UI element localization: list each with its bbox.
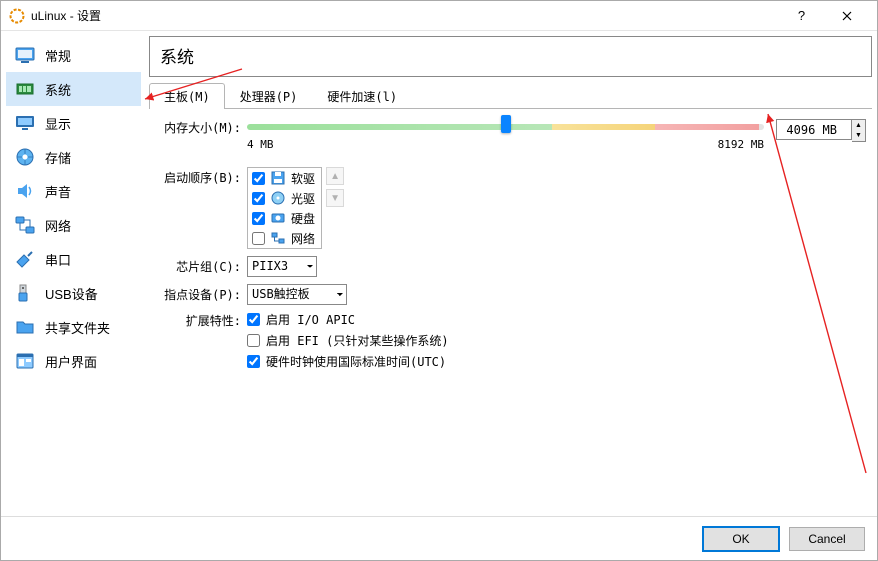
optical-icon bbox=[270, 190, 286, 206]
sidebar-item-storage[interactable]: 存储 bbox=[6, 140, 141, 174]
boot-network-checkbox[interactable] bbox=[252, 232, 265, 245]
sidebar-item-label: 显示 bbox=[45, 114, 71, 133]
sidebar-item-label: 常规 bbox=[45, 46, 71, 65]
storage-icon bbox=[14, 146, 36, 168]
utc-label: 硬件时钟使用国际标准时间(UTC) bbox=[266, 353, 446, 370]
ok-button[interactable]: OK bbox=[703, 527, 779, 551]
sidebar-item-label: 共享文件夹 bbox=[45, 318, 110, 337]
shared-folder-icon bbox=[14, 316, 36, 338]
boot-item-optical[interactable]: 光驱 bbox=[248, 188, 321, 208]
memory-min-label: 4 MB bbox=[247, 138, 274, 151]
chipset-label: 芯片组(C): bbox=[153, 258, 247, 275]
ui-icon bbox=[14, 350, 36, 372]
boot-optical-checkbox[interactable] bbox=[252, 192, 265, 205]
memory-label: 内存大小(M): bbox=[153, 119, 247, 136]
page-title: 系统 bbox=[160, 43, 861, 68]
boot-order-label: 启动顺序(B): bbox=[153, 167, 247, 186]
floppy-icon bbox=[270, 170, 286, 186]
serial-icon bbox=[14, 248, 36, 270]
sidebar-item-audio[interactable]: 声音 bbox=[6, 174, 141, 208]
sidebar-item-label: 声音 bbox=[45, 182, 71, 201]
boot-move-down[interactable]: ▼ bbox=[326, 189, 344, 207]
sidebar-item-ui[interactable]: 用户界面 bbox=[6, 344, 141, 378]
system-icon bbox=[14, 78, 36, 100]
boot-floppy-checkbox[interactable] bbox=[252, 172, 265, 185]
sidebar-item-general[interactable]: 常规 bbox=[6, 38, 141, 72]
network-icon bbox=[14, 214, 36, 236]
efi-label: 启用 EFI (只针对某些操作系统) bbox=[266, 332, 449, 349]
boot-item-label: 硬盘 bbox=[291, 210, 315, 227]
boot-item-network[interactable]: 网络 bbox=[248, 228, 321, 248]
sidebar-item-label: USB设备 bbox=[45, 284, 98, 303]
boot-move-up[interactable]: ▲ bbox=[326, 167, 344, 185]
sidebar-item-display[interactable]: 显示 bbox=[6, 106, 141, 140]
usb-icon bbox=[14, 282, 36, 304]
boot-item-label: 网络 bbox=[291, 230, 315, 247]
close-button[interactable] bbox=[824, 2, 869, 30]
slider-thumb[interactable] bbox=[501, 115, 511, 133]
sidebar-item-label: 用户界面 bbox=[45, 352, 97, 371]
chipset-select[interactable]: PIIX3 bbox=[247, 256, 317, 277]
audio-icon bbox=[14, 180, 36, 202]
harddisk-icon bbox=[270, 210, 286, 226]
page-title-box: 系统 bbox=[149, 36, 872, 77]
titlebar: uLinux - 设置 ? bbox=[1, 1, 877, 31]
dialog-footer: OK Cancel bbox=[1, 516, 877, 560]
boot-order-list: 软驱 光驱 硬盘 bbox=[247, 167, 322, 249]
cancel-button[interactable]: Cancel bbox=[789, 527, 865, 551]
help-button[interactable]: ? bbox=[779, 2, 824, 30]
tab-acceleration[interactable]: 硬件加速(l) bbox=[312, 83, 412, 109]
network-boot-icon bbox=[270, 230, 286, 246]
sidebar-item-network[interactable]: 网络 bbox=[6, 208, 141, 242]
memory-input[interactable] bbox=[776, 119, 852, 140]
general-icon bbox=[14, 44, 36, 66]
boot-item-harddisk[interactable]: 硬盘 bbox=[248, 208, 321, 228]
sidebar-item-label: 串口 bbox=[45, 250, 71, 269]
ioapic-checkbox[interactable] bbox=[247, 313, 260, 326]
tab-processor[interactable]: 处理器(P) bbox=[225, 83, 313, 109]
boot-item-label: 软驱 bbox=[291, 170, 315, 187]
sidebar-item-serial[interactable]: 串口 bbox=[6, 242, 141, 276]
sidebar-item-label: 网络 bbox=[45, 216, 71, 235]
app-icon bbox=[9, 8, 25, 24]
sidebar-item-shared[interactable]: 共享文件夹 bbox=[6, 310, 141, 344]
memory-spin-down[interactable]: ▼ bbox=[852, 131, 865, 142]
window-title: uLinux - 设置 bbox=[31, 7, 779, 24]
settings-sidebar: 常规 系统 显示 存储 声音 网络 bbox=[6, 36, 141, 511]
sidebar-item-system[interactable]: 系统 bbox=[6, 72, 141, 106]
utc-checkbox[interactable] bbox=[247, 355, 260, 368]
pointing-label: 指点设备(P): bbox=[153, 286, 247, 303]
memory-max-label: 8192 MB bbox=[718, 138, 764, 151]
efi-checkbox[interactable] bbox=[247, 334, 260, 347]
ioapic-label: 启用 I/O APIC bbox=[266, 311, 355, 328]
sidebar-item-label: 系统 bbox=[45, 80, 71, 99]
boot-item-label: 光驱 bbox=[291, 190, 315, 207]
sidebar-item-usb[interactable]: USB设备 bbox=[6, 276, 141, 310]
boot-item-floppy[interactable]: 软驱 bbox=[248, 168, 321, 188]
boot-harddisk-checkbox[interactable] bbox=[252, 212, 265, 225]
ext-label: 扩展特性: bbox=[153, 311, 247, 329]
display-icon bbox=[14, 112, 36, 134]
tabs: 主板(M) 处理器(P) 硬件加速(l) bbox=[149, 83, 872, 109]
tab-motherboard[interactable]: 主板(M) bbox=[149, 83, 225, 109]
memory-slider[interactable]: 4 MB 8192 MB bbox=[247, 119, 764, 151]
pointing-select[interactable]: USB触控板 bbox=[247, 284, 347, 305]
sidebar-item-label: 存储 bbox=[45, 148, 71, 167]
memory-spin-up[interactable]: ▲ bbox=[852, 120, 865, 131]
